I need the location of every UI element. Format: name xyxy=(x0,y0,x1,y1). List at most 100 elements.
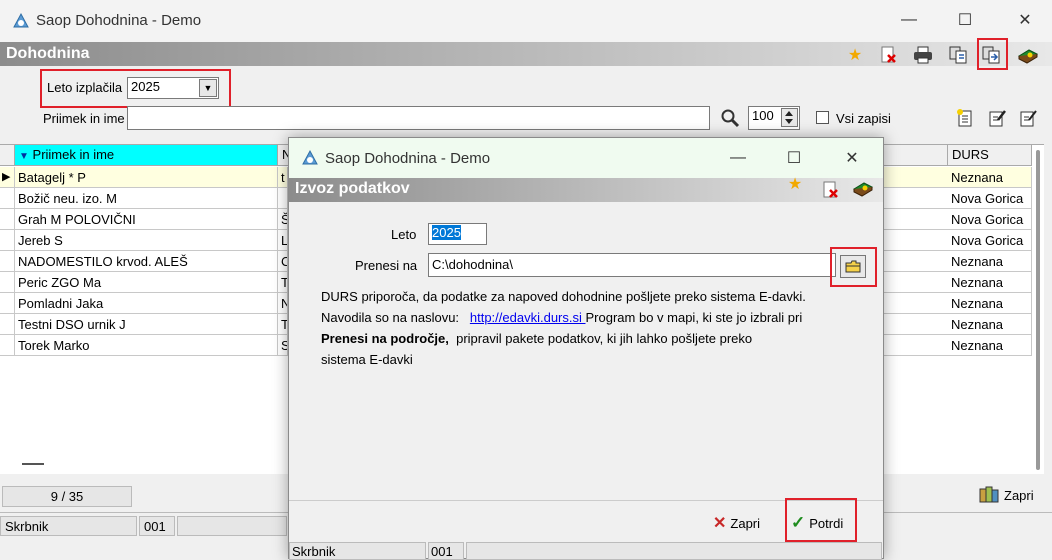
year-select[interactable]: 2025 ▼ xyxy=(127,77,219,99)
close-button[interactable]: ✕ xyxy=(1002,4,1048,36)
star-icon[interactable]: ★ xyxy=(843,43,867,67)
section-title: Dohodnina xyxy=(6,45,90,62)
dialog-cancel-button[interactable]: ✕ Zapri xyxy=(713,513,760,533)
new-record-icon[interactable] xyxy=(953,106,977,130)
horizontal-scroll-thumb[interactable] xyxy=(22,463,44,465)
dialog-confirm-button[interactable]: ✓ Potrdi xyxy=(791,513,843,533)
dialog-delete-icon[interactable] xyxy=(819,178,843,202)
row-indicator-header xyxy=(0,145,15,166)
search-icon[interactable] xyxy=(720,108,740,131)
info-line-3-suffix: pripravil pakete podatkov, ki jih lahko … xyxy=(456,331,753,346)
cell-col2: t xyxy=(278,167,288,188)
checkmark-icon: ✓ xyxy=(791,513,806,532)
durs-link[interactable]: http://edavki.durs.si xyxy=(470,310,586,325)
current-row-icon: ▶ xyxy=(0,167,15,188)
cell-durs: Neznana xyxy=(948,293,1032,314)
edit-multiple-icon[interactable] xyxy=(1016,106,1040,130)
cell-name: Grah M POLOVIČNI xyxy=(15,209,278,230)
status-empty xyxy=(177,516,287,536)
sort-arrow-icon: ▼ xyxy=(19,151,29,162)
copy-icon[interactable] xyxy=(947,43,971,67)
cell-col2: S xyxy=(278,335,288,356)
cell-col2: C xyxy=(278,251,288,272)
vertical-scrollbar[interactable] xyxy=(1036,150,1040,470)
dialog-cancel-label: Zapri xyxy=(730,515,761,531)
all-records-label: Vsi zapisi xyxy=(836,111,891,126)
cell-name: Pomladni Jaka xyxy=(15,293,278,314)
dialog-year-input[interactable]: 2025 xyxy=(428,223,487,245)
dialog-maximize-button[interactable]: ☐ xyxy=(771,142,817,174)
cell-col2 xyxy=(278,188,288,209)
spinner-icon[interactable] xyxy=(781,108,798,130)
dialog-status-code: 001 xyxy=(428,542,464,560)
edit-icon[interactable] xyxy=(985,106,1009,130)
cell-col2: N xyxy=(278,293,288,314)
cell-name: Peric ZGO Ma xyxy=(15,272,278,293)
dialog-year-value: 2025 xyxy=(432,225,461,240)
browse-button[interactable] xyxy=(840,255,866,278)
status-user: Skrbnik xyxy=(0,516,137,536)
dialog-path-input[interactable]: C:\dohodnina\ xyxy=(428,253,836,277)
cancel-x-icon: ✕ xyxy=(713,515,727,532)
books-icon xyxy=(979,486,999,503)
column-header-durs[interactable]: DURS xyxy=(948,145,1032,166)
cell-name: Batagelj * P xyxy=(15,167,278,188)
dialog-close-button[interactable]: ✕ xyxy=(829,142,875,174)
cell-col2: T xyxy=(278,272,288,293)
record-counter: 9 / 35 xyxy=(2,486,132,507)
info-line-2-suffix: Program bo v mapi, ki ste jo izbrali pri xyxy=(585,310,803,325)
cell-durs: Nova Gorica xyxy=(948,230,1032,251)
dialog-app-icon xyxy=(301,149,319,167)
row-indicator xyxy=(0,293,15,314)
folder-icon xyxy=(845,260,861,273)
dialog-divider xyxy=(289,500,883,501)
info-line-2: Navodila so na naslovu: http://edavki.du… xyxy=(321,310,802,325)
cell-durs: Neznana xyxy=(948,272,1032,293)
cell-durs: Neznana xyxy=(948,251,1032,272)
all-records-checkbox[interactable] xyxy=(816,111,829,124)
maximize-button[interactable]: ☐ xyxy=(942,4,988,36)
delete-icon[interactable] xyxy=(877,43,901,67)
cell-col2: Š xyxy=(278,209,288,230)
book-icon[interactable] xyxy=(1016,43,1040,67)
name-search-input[interactable] xyxy=(127,106,710,130)
print-icon[interactable] xyxy=(911,43,935,67)
column-header-name[interactable]: ▼ Priimek in ime xyxy=(15,145,278,166)
row-indicator xyxy=(0,335,15,356)
close-main-label: Zapri xyxy=(1004,487,1034,503)
dialog-minimize-button[interactable]: — xyxy=(715,142,761,174)
row-indicator xyxy=(0,230,15,251)
row-indicator xyxy=(0,251,15,272)
dialog-status-user: Skrbnik xyxy=(289,542,426,560)
export-dialog: Saop Dohodnina - Demo — ☐ ✕ Izvoz podatk… xyxy=(288,137,884,560)
chevron-down-icon[interactable]: ▼ xyxy=(199,79,217,97)
cell-name: Božič neu. izo. M xyxy=(15,188,278,209)
dialog-year-label: Leto xyxy=(391,227,417,242)
dialog-star-icon[interactable]: ★ xyxy=(783,172,807,196)
cell-durs: Neznana xyxy=(948,167,1032,188)
year-label: Leto izplačila xyxy=(47,80,123,95)
cell-name: Testni DSO urnik J xyxy=(15,314,278,335)
status-code: 001 xyxy=(139,516,175,536)
row-indicator xyxy=(0,272,15,293)
cell-name: NADOMESTILO krvod. ALEŠ xyxy=(15,251,278,272)
dialog-status-empty xyxy=(466,542,882,560)
row-indicator xyxy=(0,188,15,209)
export-icon[interactable] xyxy=(980,43,1004,67)
dialog-window-title: Saop Dohodnina - Demo xyxy=(325,150,491,167)
info-line-2-prefix: Navodila so na naslovu: xyxy=(321,310,460,325)
dialog-confirm-label: Potrdi xyxy=(809,515,844,531)
cell-durs: Nova Gorica xyxy=(948,188,1032,209)
minimize-button[interactable]: — xyxy=(886,4,932,36)
close-main-button[interactable]: Zapri xyxy=(978,486,1034,504)
cell-durs: Neznana xyxy=(948,314,1032,335)
dialog-path-label: Prenesi na xyxy=(355,258,418,273)
cell-name: Jereb S xyxy=(15,230,278,251)
dialog-book-icon[interactable] xyxy=(851,176,875,200)
row-indicator xyxy=(0,314,15,335)
column-header-name-label: Priimek in ime xyxy=(32,147,115,162)
info-line-1: DURS priporoča, da podatke za napoved do… xyxy=(321,289,806,304)
app-icon xyxy=(12,12,30,30)
info-bold: Prenesi na področje, xyxy=(321,331,449,346)
cell-durs: Neznana xyxy=(948,335,1032,356)
